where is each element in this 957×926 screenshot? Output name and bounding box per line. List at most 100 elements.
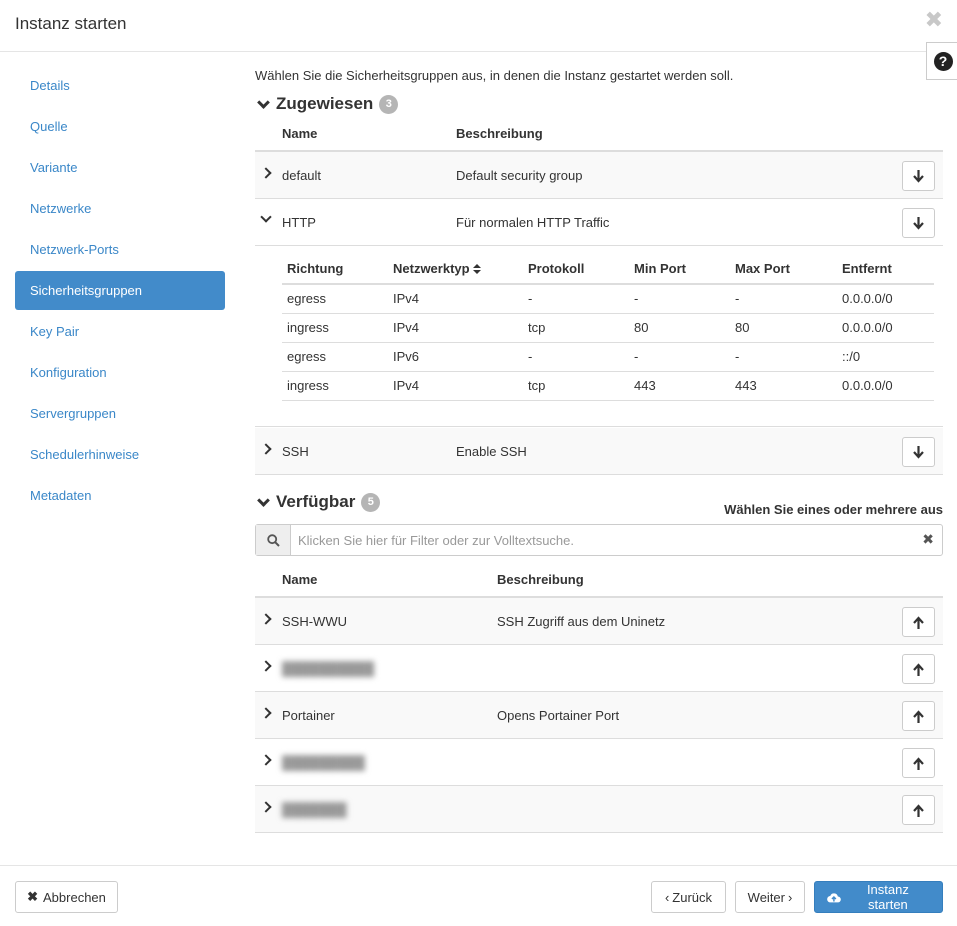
sidebar-item-variante[interactable]: Variante	[15, 148, 225, 187]
rules-col-max-port[interactable]: Max Port	[730, 254, 837, 285]
rules-row: egress IPv6 - - - ::/0	[282, 342, 934, 372]
arrow-down-icon	[913, 216, 924, 230]
intro-text: Wählen Sie die Sicherheitsgruppen aus, i…	[255, 68, 734, 83]
cloud-upload-icon	[827, 892, 841, 902]
redacted-name: ███████	[282, 802, 347, 817]
row-name: default	[282, 168, 322, 183]
sidebar-item-schedulerhinweise[interactable]: Schedulerhinweise	[15, 435, 225, 474]
available-row-portainer: Portainer Opens Portainer Port	[255, 692, 943, 739]
chevron-right-icon[interactable]	[260, 660, 272, 672]
rule-cell: 80	[629, 313, 730, 343]
sidebar-item-netzwerk-ports[interactable]: Netzwerk-Ports	[15, 230, 225, 269]
rule-cell: tcp	[523, 371, 629, 401]
search-bar: ✖	[255, 524, 943, 556]
arrow-up-icon	[913, 615, 924, 629]
row-description: SSH Zugriff aus dem Uninetz	[497, 614, 666, 629]
available-row-redacted: ██████████	[255, 645, 943, 692]
sidebar-item-key-pair[interactable]: Key Pair	[15, 312, 225, 351]
sidebar-item-sicherheitsgruppen[interactable]: Sicherheitsgruppen	[15, 271, 225, 310]
modal-footer: ✖ Abbrechen ‹ Zurück Weiter › Instanz st…	[0, 865, 957, 926]
back-button[interactable]: ‹ Zurück	[651, 881, 726, 913]
rule-cell: egress	[282, 342, 388, 372]
allocated-section-toggle[interactable]: Zugewiesen 3	[255, 94, 399, 114]
rules-col-protokoll[interactable]: Protokoll	[523, 254, 629, 285]
chevron-down-icon	[257, 95, 270, 109]
add-button[interactable]	[902, 654, 935, 684]
arrow-up-icon	[913, 803, 924, 817]
rule-cell: -	[730, 342, 837, 372]
cancel-button[interactable]: ✖ Abbrechen	[15, 881, 118, 913]
row-description: Opens Portainer Port	[497, 708, 620, 723]
rules-col-richtung[interactable]: Richtung	[282, 254, 388, 285]
column-header-description[interactable]: Beschreibung	[497, 572, 584, 587]
arrow-up-icon	[913, 756, 924, 770]
allocated-table-header: Name Beschreibung	[255, 120, 943, 152]
remove-button[interactable]	[902, 208, 935, 238]
sidebar-item-quelle[interactable]: Quelle	[15, 107, 225, 146]
chevron-right-icon[interactable]	[260, 801, 272, 813]
search-icon	[266, 533, 280, 547]
allocated-title: Zugewiesen	[276, 94, 374, 113]
row-name: SSH-WWU	[282, 614, 347, 629]
add-button[interactable]	[902, 701, 935, 731]
column-header-name[interactable]: Name	[282, 572, 317, 587]
next-button[interactable]: Weiter ›	[735, 881, 805, 913]
available-section-toggle[interactable]: Verfügbar 5	[255, 492, 381, 512]
sidebar-item-netzwerke[interactable]: Netzwerke	[15, 189, 225, 228]
remove-button[interactable]	[902, 161, 935, 191]
modal-title: Instanz starten	[15, 14, 127, 33]
chevron-down-icon[interactable]	[260, 211, 272, 223]
wizard-sidebar: Details Quelle Variante Netzwerke Netzwe…	[15, 66, 225, 517]
close-icon: ✖	[27, 889, 39, 904]
launch-instance-button[interactable]: Instanz starten	[814, 881, 943, 913]
available-table-header: Name Beschreibung	[255, 566, 943, 598]
row-description: Enable SSH	[456, 444, 527, 459]
help-button[interactable]: ?	[926, 42, 957, 80]
search-input[interactable]	[298, 525, 918, 555]
sort-icon	[472, 264, 481, 275]
rule-cell: IPv4	[388, 284, 523, 314]
rule-cell: IPv6	[388, 342, 523, 372]
column-header-name[interactable]: Name	[282, 126, 317, 141]
sidebar-item-servergruppen[interactable]: Servergruppen	[15, 394, 225, 433]
available-row-redacted: ███████	[255, 786, 943, 833]
rules-row: egress IPv4 - - - 0.0.0.0/0	[282, 284, 934, 314]
rule-cell: IPv4	[388, 371, 523, 401]
chevron-left-icon: ‹	[664, 889, 670, 905]
column-header-description[interactable]: Beschreibung	[456, 126, 543, 141]
rules-col-min-port[interactable]: Min Port	[629, 254, 730, 285]
sidebar-item-metadaten[interactable]: Metadaten	[15, 476, 225, 515]
chevron-right-icon[interactable]	[260, 707, 272, 719]
launch-label: Instanz starten	[866, 882, 909, 912]
row-name: HTTP	[282, 215, 316, 230]
row-name: SSH	[282, 444, 309, 459]
available-count-badge: 5	[361, 492, 381, 512]
http-rules-detail: Richtung Netzwerktyp Protokoll Min Port …	[255, 246, 943, 427]
chevron-right-icon[interactable]	[260, 754, 272, 766]
chevron-right-icon[interactable]	[260, 613, 272, 625]
add-button[interactable]	[902, 748, 935, 778]
back-label: Zurück	[672, 889, 713, 905]
remove-button[interactable]	[902, 437, 935, 467]
rule-cell: -	[523, 284, 629, 314]
add-button[interactable]	[902, 607, 935, 637]
rule-cell: ingress	[282, 371, 388, 401]
allocated-row-ssh: SSH Enable SSH	[255, 428, 943, 475]
help-icon: ?	[933, 51, 953, 71]
close-icon[interactable]: ✖	[925, 9, 943, 31]
clear-search-icon[interactable]: ✖	[922, 531, 934, 548]
rules-row: ingress IPv4 tcp 443 443 0.0.0.0/0	[282, 371, 934, 401]
chevron-right-icon[interactable]	[260, 167, 272, 179]
arrow-down-icon	[913, 169, 924, 183]
row-name: Portainer	[282, 708, 335, 723]
chevron-down-icon	[257, 493, 270, 507]
sidebar-item-details[interactable]: Details	[15, 66, 225, 105]
add-button[interactable]	[902, 795, 935, 825]
row-description: Default security group	[456, 168, 583, 183]
rules-col-netzwerktyp[interactable]: Netzwerktyp	[388, 254, 523, 285]
chevron-right-icon[interactable]	[260, 443, 272, 455]
rule-cell: -	[629, 284, 730, 314]
sidebar-item-konfiguration[interactable]: Konfiguration	[15, 353, 225, 392]
rules-col-entfernt[interactable]: Entfernt	[837, 254, 934, 285]
rule-cell: tcp	[523, 313, 629, 343]
